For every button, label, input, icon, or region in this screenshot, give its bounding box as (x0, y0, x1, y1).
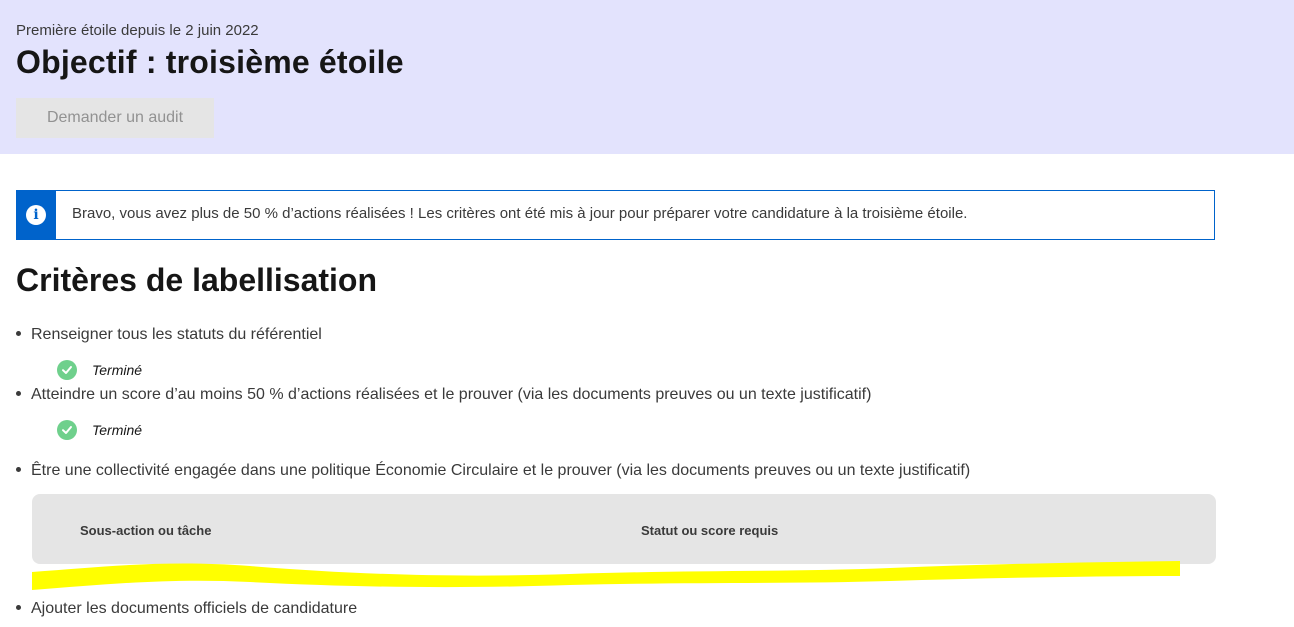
request-audit-button[interactable]: Demander un audit (16, 98, 214, 138)
yellow-highlight-mark (32, 561, 1180, 590)
criterion-label: Atteindre un score d’au moins 50 % d’act… (31, 386, 872, 403)
page-title: Objectif : troisième étoile (16, 44, 404, 80)
subtasks-table-header: Sous-action ou tâche Statut ou score req… (32, 494, 1216, 564)
criteria-section-title: Critères de labellisation (16, 262, 378, 298)
criterion-item: Renseigner tous les statuts du référenti… (16, 326, 322, 344)
bullet-icon (16, 391, 21, 397)
info-icon: i (26, 205, 46, 225)
criterion-status: Terminé (57, 359, 142, 381)
criterion-item: Atteindre un score d’au moins 50 % d’act… (16, 386, 871, 404)
check-circle-icon (57, 420, 77, 440)
bullet-icon (16, 331, 21, 337)
alert-stripe: i (16, 190, 56, 240)
alert-message: Bravo, vous avez plus de 50 % d’actions … (72, 205, 968, 222)
criterion-label: Être une collectivité engagée dans une p… (31, 462, 971, 479)
info-alert: i Bravo, vous avez plus de 50 % d’action… (16, 190, 1215, 240)
status-label: Terminé (92, 422, 143, 438)
bullet-icon (16, 605, 21, 611)
status-label: Terminé (92, 362, 143, 378)
column-header-subtask: Sous-action ou tâche (80, 523, 212, 538)
check-circle-icon (57, 360, 77, 380)
column-header-status: Statut ou score requis (641, 523, 779, 538)
criterion-label: Renseigner tous les statuts du référenti… (31, 326, 322, 343)
criterion-item: Ajouter les documents officiels de candi… (16, 600, 357, 618)
criterion-item: Être une collectivité engagée dans une p… (16, 462, 970, 480)
criterion-status: Terminé (57, 419, 142, 441)
first-star-date: Première étoile depuis le 2 juin 2022 (16, 22, 259, 39)
bullet-icon (16, 467, 21, 473)
page-header: Première étoile depuis le 2 juin 2022 Ob… (0, 0, 1294, 154)
criterion-label: Ajouter les documents officiels de candi… (31, 600, 358, 617)
